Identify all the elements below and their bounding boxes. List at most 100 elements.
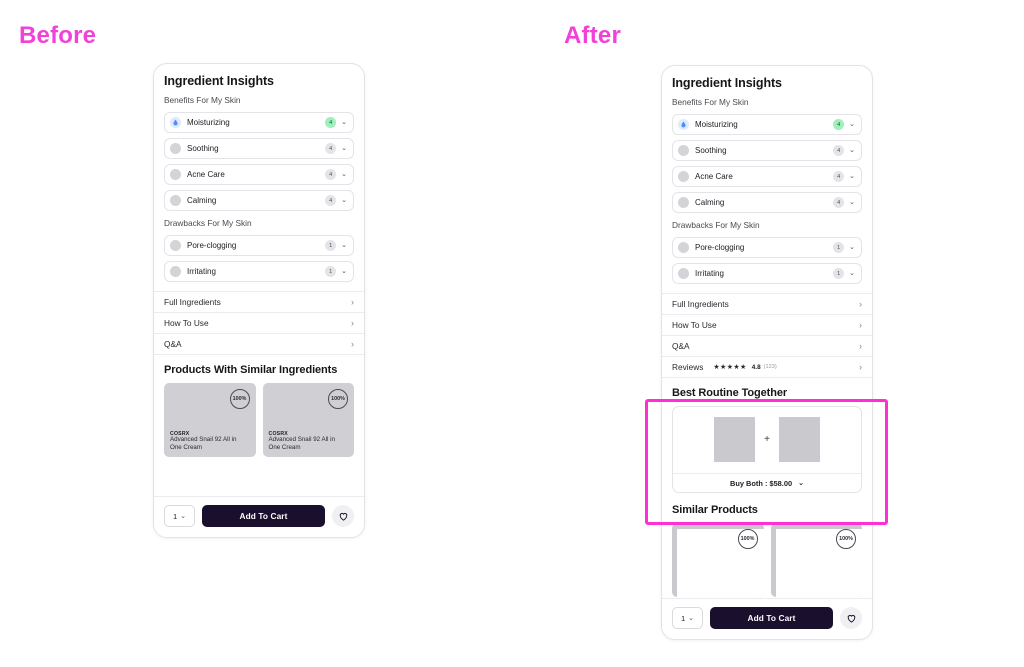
link-row-how-to-use[interactable]: How To Use › bbox=[154, 312, 364, 333]
product-card[interactable]: 100% COSRX Advanced Snail 92 All in One … bbox=[262, 383, 354, 457]
rating-value: 4.8 bbox=[751, 363, 761, 371]
chevron-down-icon[interactable]: ⌄ bbox=[849, 270, 855, 277]
attribute-row[interactable]: Acne Care 4 ⌄ bbox=[164, 164, 354, 185]
link-row-full-ingredients[interactable]: Full Ingredients › bbox=[154, 291, 364, 312]
dot-icon bbox=[678, 268, 689, 279]
link-row-qa[interactable]: Q&A › bbox=[154, 333, 364, 354]
link-row-qa[interactable]: Q&A › bbox=[662, 335, 872, 356]
benefits-heading: Benefits For My Skin bbox=[672, 97, 749, 107]
chevron-right-icon: › bbox=[351, 296, 354, 307]
attribute-label: Irritating bbox=[695, 269, 724, 278]
product-card[interactable]: 100% COSRX Advanced Snail 92 All in One … bbox=[164, 383, 256, 457]
attribute-label: Soothing bbox=[695, 146, 727, 155]
bundle-thumbnail[interactable] bbox=[714, 417, 756, 462]
bundle-card[interactable]: + Buy Both : $58.00 ⌄ bbox=[672, 406, 862, 493]
attribute-label: Moisturizing bbox=[187, 118, 230, 127]
before-scroll-pane: Ingredient Insights Benefits For My Skin… bbox=[154, 64, 364, 496]
heart-icon bbox=[339, 512, 347, 521]
water-drop-icon bbox=[170, 117, 181, 128]
chevron-down-icon[interactable]: ⌄ bbox=[341, 268, 347, 275]
product-grid: 100% 100% bbox=[672, 523, 862, 597]
attribute-row[interactable]: Moisturizing 4 ⌄ bbox=[164, 112, 354, 133]
match-percent-badge: 100% bbox=[836, 529, 856, 549]
attribute-label: Pore-clogging bbox=[695, 243, 745, 252]
attribute-row[interactable]: Soothing 4 ⌄ bbox=[672, 140, 862, 161]
buy-both-label: Buy Both : $58.00 bbox=[730, 478, 793, 488]
page-title: Ingredient Insights bbox=[164, 74, 274, 88]
link-label: Q&A bbox=[672, 341, 690, 351]
attribute-label: Irritating bbox=[187, 267, 216, 276]
dot-icon bbox=[678, 197, 689, 208]
add-to-cart-button[interactable]: Add To Cart bbox=[202, 505, 325, 527]
attribute-count-badge: 1 bbox=[325, 240, 337, 251]
product-card[interactable]: 100% bbox=[770, 523, 862, 597]
attribute-row[interactable]: Acne Care 4 ⌄ bbox=[672, 166, 862, 187]
attribute-row[interactable]: Calming 4 ⌄ bbox=[672, 192, 862, 213]
dot-icon bbox=[170, 240, 181, 251]
chevron-down-icon[interactable]: ⌄ bbox=[849, 147, 855, 154]
wishlist-button[interactable] bbox=[840, 607, 862, 629]
attribute-count-badge: 1 bbox=[833, 268, 845, 279]
chevron-down-icon[interactable]: ⌄ bbox=[341, 242, 347, 249]
quantity-value: 1 bbox=[172, 511, 178, 521]
bundle-thumbnail[interactable] bbox=[778, 417, 820, 462]
chevron-right-icon: › bbox=[859, 298, 862, 309]
dot-icon bbox=[170, 195, 181, 206]
link-row-reviews[interactable]: Reviews ★★★★★ 4.8 (123) › bbox=[662, 356, 872, 377]
chevron-right-icon: › bbox=[351, 317, 354, 328]
attribute-row[interactable]: Moisturizing 4 ⌄ bbox=[672, 114, 862, 135]
match-percent-badge: 100% bbox=[737, 529, 758, 549]
link-row-full-ingredients[interactable]: Full Ingredients › bbox=[662, 293, 872, 314]
match-percent-badge: 100% bbox=[328, 389, 348, 409]
attribute-label: Moisturizing bbox=[695, 120, 738, 129]
add-to-cart-button[interactable]: Add To Cart bbox=[710, 607, 833, 629]
section-title: Best Routine Together bbox=[672, 387, 788, 399]
plus-icon: + bbox=[764, 434, 770, 445]
section-title: Products With Similar Ingredients bbox=[164, 364, 338, 376]
product-grid: 100% COSRX Advanced Snail 92 All in One … bbox=[164, 383, 354, 457]
attribute-count-badge: 4 bbox=[325, 195, 337, 206]
section-title: Similar Products bbox=[672, 504, 758, 516]
attribute-label: Soothing bbox=[187, 144, 219, 153]
drawbacks-heading: Drawbacks For My Skin bbox=[672, 220, 760, 230]
attribute-row[interactable]: Calming 4 ⌄ bbox=[164, 190, 354, 211]
attribute-count-badge: 1 bbox=[833, 242, 845, 253]
quantity-stepper[interactable]: 1 ⌄ bbox=[672, 607, 703, 629]
attribute-row[interactable]: Irritating 1 ⌄ bbox=[164, 261, 354, 282]
attribute-row[interactable]: Pore-clogging 1 ⌄ bbox=[672, 237, 862, 258]
attribute-row[interactable]: Soothing 4 ⌄ bbox=[164, 138, 354, 159]
attribute-count-badge: 4 bbox=[325, 143, 337, 154]
dot-icon bbox=[170, 266, 181, 277]
chevron-down-icon[interactable]: ⌄ bbox=[341, 197, 347, 204]
star-rating-icon: ★★★★★ bbox=[713, 364, 747, 371]
chevron-down-icon[interactable]: ⌄ bbox=[849, 121, 855, 128]
drawbacks-heading: Drawbacks For My Skin bbox=[164, 218, 252, 228]
chevron-down-icon[interactable]: ⌄ bbox=[849, 173, 855, 180]
chevron-down-icon[interactable]: ⌄ bbox=[341, 171, 347, 178]
chevron-down-icon: ⌄ bbox=[180, 512, 187, 520]
quantity-stepper[interactable]: 1 ⌄ bbox=[164, 505, 195, 527]
attribute-count-badge: 4 bbox=[325, 117, 337, 128]
link-row-how-to-use[interactable]: How To Use › bbox=[662, 314, 872, 335]
attribute-count-badge: 4 bbox=[325, 169, 337, 180]
water-drop-icon bbox=[678, 119, 689, 130]
attribute-row[interactable]: Irritating 1 ⌄ bbox=[672, 263, 862, 284]
wishlist-button[interactable] bbox=[332, 505, 354, 527]
link-label: How To Use bbox=[672, 320, 717, 330]
chevron-down-icon[interactable]: ⌄ bbox=[849, 199, 855, 206]
chevron-right-icon: › bbox=[351, 338, 354, 349]
dot-icon bbox=[170, 169, 181, 180]
match-percent-badge: 100% bbox=[229, 389, 250, 409]
chevron-down-icon[interactable]: ⌄ bbox=[849, 244, 855, 251]
chevron-down-icon[interactable]: ⌄ bbox=[341, 145, 347, 152]
attribute-row[interactable]: Pore-clogging 1 ⌄ bbox=[164, 235, 354, 256]
chevron-down-icon: ⌄ bbox=[798, 479, 804, 487]
bundle-images: + bbox=[673, 407, 861, 473]
product-card[interactable]: 100% bbox=[672, 523, 764, 597]
chevron-down-icon[interactable]: ⌄ bbox=[341, 119, 347, 126]
heart-icon bbox=[847, 614, 855, 623]
after-label: After bbox=[564, 22, 622, 49]
chevron-right-icon: › bbox=[859, 319, 862, 330]
buy-both-button[interactable]: Buy Both : $58.00 ⌄ bbox=[673, 473, 861, 492]
review-count: (123) bbox=[763, 364, 777, 370]
